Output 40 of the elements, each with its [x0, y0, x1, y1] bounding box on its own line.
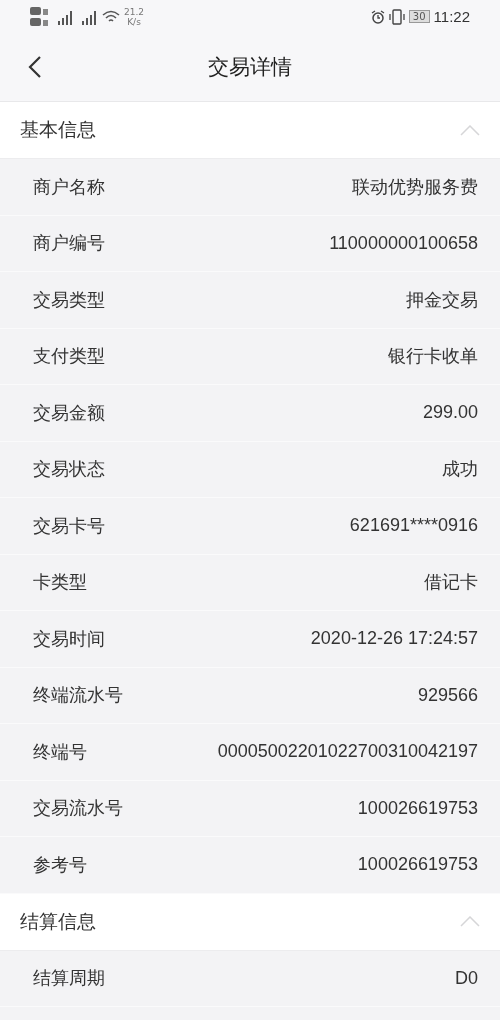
field-label: 卡类型: [33, 570, 87, 595]
section-header[interactable]: 基本信息: [0, 102, 500, 159]
alarm-icon: [370, 9, 385, 24]
field-value: 00005002201022700310042197: [217, 741, 478, 763]
field-value: 621691****0916: [349, 515, 478, 537]
field-value: 成功: [442, 458, 478, 482]
field-value: 299.00: [422, 402, 478, 424]
field-label: 商户编号: [33, 231, 105, 256]
field-value: 联动优势服务费: [352, 175, 478, 199]
battery-level: 30: [408, 10, 430, 23]
field-value: 100026619753: [357, 797, 478, 819]
network-speed: 21.2: [124, 6, 145, 17]
field-label: 支付类型: [33, 344, 105, 369]
field-label: 交易金额: [33, 400, 105, 425]
field-label: 交易类型: [33, 287, 105, 312]
field-value: 110000000100658: [329, 232, 478, 254]
field-value: 2020-12-26 17:24:57: [310, 628, 478, 650]
field-label: 结算周期: [33, 966, 105, 991]
section-header[interactable]: 结算信息: [0, 893, 500, 951]
field-label: 终端号: [33, 739, 87, 764]
field-label: 参考号: [33, 852, 87, 877]
field-label: 商户名称: [33, 174, 105, 199]
field-value: 银行卡收单: [388, 345, 478, 369]
page-title: 交易详情: [208, 54, 292, 81]
field-label: 交易卡号: [33, 513, 105, 538]
field-value: 929566: [417, 684, 478, 706]
back-icon: [28, 55, 42, 79]
section-title: 基本信息: [20, 117, 96, 142]
field-label: 交易状态: [33, 457, 105, 482]
field-label: 交易流水号: [33, 796, 123, 821]
field-value: 借记卡: [424, 571, 478, 595]
field-value: 100026619753: [357, 854, 478, 876]
field-value: 押金交易: [406, 288, 478, 312]
vibrate-icon: [388, 8, 405, 25]
field-value: D0: [455, 967, 478, 989]
section-title: 结算信息: [20, 908, 96, 934]
field-label: 终端流水号: [33, 683, 123, 708]
clock-time: 11:22: [433, 8, 470, 25]
speed-unit: K/s: [127, 16, 141, 27]
field-label: 交易时间: [33, 626, 105, 651]
